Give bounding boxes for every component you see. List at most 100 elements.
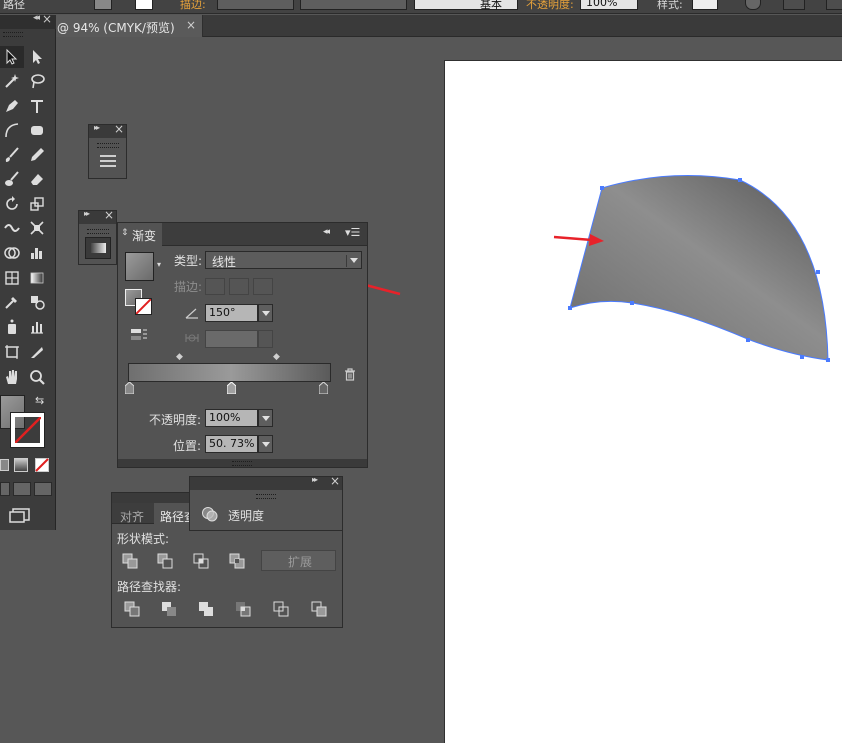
midpoint-diamond[interactable]: ◆ xyxy=(176,352,183,362)
brush-field[interactable] xyxy=(414,0,518,10)
stroke-swatch[interactable] xyxy=(135,0,153,10)
close-icon[interactable]: × xyxy=(330,474,340,488)
opacity-dropdown[interactable] xyxy=(258,409,273,427)
lasso-tool[interactable] xyxy=(25,70,49,92)
collapse-icon[interactable]: ◂◂ xyxy=(33,13,40,23)
close-icon[interactable]: × xyxy=(114,122,124,136)
arc-tool[interactable] xyxy=(0,119,24,141)
draw-inside-button[interactable] xyxy=(34,482,52,496)
artboard-tool[interactable] xyxy=(0,341,24,363)
type-tool[interactable] xyxy=(25,95,49,117)
column-graph-tool[interactable] xyxy=(25,316,49,338)
stroke-mini-swatch[interactable] xyxy=(135,298,152,315)
hamburger-icon[interactable] xyxy=(99,153,117,169)
style-swatch[interactable] xyxy=(692,0,718,10)
zoom-tool[interactable] xyxy=(25,366,49,388)
pen-tool[interactable] xyxy=(0,95,24,117)
stroke-label[interactable]: 描边: xyxy=(180,0,206,12)
blend-tool[interactable] xyxy=(25,291,49,313)
panel-header[interactable]: ▸▸ × xyxy=(190,474,342,490)
draw-behind-button[interactable] xyxy=(13,482,31,496)
rounded-rectangle-tool[interactable] xyxy=(25,119,49,141)
minus-front-icon[interactable] xyxy=(157,553,173,569)
graph-tool[interactable] xyxy=(25,242,49,264)
color-mode-button[interactable] xyxy=(0,459,9,471)
outline-icon[interactable] xyxy=(273,601,289,617)
fill-swatch[interactable] xyxy=(94,0,112,10)
warp-tool[interactable] xyxy=(0,217,24,239)
divide-icon[interactable] xyxy=(124,601,140,617)
document-tab[interactable]: @ 94% (CMYK/预览) × xyxy=(56,15,203,37)
trim-icon[interactable] xyxy=(161,601,177,617)
trash-icon[interactable] xyxy=(344,368,356,381)
grip-icon[interactable] xyxy=(256,494,276,499)
close-icon[interactable]: × xyxy=(104,208,114,222)
gradient-preview-swatch[interactable] xyxy=(125,252,154,281)
gradient-panel-button[interactable] xyxy=(85,237,111,259)
gradient-shape[interactable] xyxy=(540,160,842,375)
magic-wand-tool[interactable] xyxy=(0,70,24,92)
hand-tool[interactable] xyxy=(0,366,24,388)
expand-icon[interactable]: ▸▸ xyxy=(84,209,90,218)
symbol-sprayer-tool[interactable] xyxy=(0,316,24,338)
blob-brush-tool[interactable] xyxy=(0,168,24,190)
type-select[interactable]: 线性 xyxy=(205,251,362,269)
recolor-icon[interactable] xyxy=(745,0,761,10)
mesh-tool[interactable] xyxy=(0,267,24,289)
grip-icon[interactable] xyxy=(97,143,119,148)
exclude-icon[interactable] xyxy=(229,553,245,569)
swap-icon[interactable]: ⇆ xyxy=(35,394,44,407)
draw-normal-button[interactable] xyxy=(0,482,10,496)
intersect-icon[interactable] xyxy=(193,553,209,569)
gradient-tool[interactable] xyxy=(25,267,49,289)
stroke-weight-field[interactable] xyxy=(217,0,294,10)
location-field[interactable]: 50. 73% xyxy=(205,435,258,453)
location-dropdown[interactable] xyxy=(258,435,273,453)
scale-tool[interactable] xyxy=(25,193,49,215)
expand-icon[interactable]: ▸▸ xyxy=(94,123,100,132)
gradient-stop-selected[interactable] xyxy=(227,382,236,394)
transparency-label[interactable]: 透明度 xyxy=(228,507,264,524)
opacity-field[interactable]: 100% xyxy=(205,409,258,427)
selection-tool[interactable] xyxy=(0,46,24,68)
shape-builder-tool[interactable] xyxy=(0,242,24,264)
gradient-stop[interactable] xyxy=(125,382,134,394)
tab-pathfinder[interactable]: 路径查 xyxy=(154,503,196,525)
variable-width-field[interactable] xyxy=(300,0,407,10)
close-icon[interactable]: × xyxy=(42,12,52,26)
minus-back-icon[interactable] xyxy=(311,601,327,617)
gradient-panel-tabbar[interactable]: ⇕ 渐变 ◂◂ ▾☰ xyxy=(118,223,367,246)
panel-header[interactable]: ▸▸ × xyxy=(79,208,116,224)
none-mode-button[interactable] xyxy=(35,458,49,472)
screen-mode-button[interactable] xyxy=(8,506,32,524)
align-icon[interactable] xyxy=(783,0,805,10)
eraser-tool[interactable] xyxy=(25,168,49,190)
unite-icon[interactable] xyxy=(122,553,138,569)
expand-icon[interactable]: ▸▸ xyxy=(312,475,318,484)
eyedropper-tool[interactable] xyxy=(0,291,24,313)
rotate-tool[interactable] xyxy=(0,193,24,215)
transform-icon[interactable] xyxy=(826,0,842,10)
panel-header[interactable]: ▸▸ × xyxy=(89,122,126,138)
tab-align[interactable]: 对齐 xyxy=(120,508,144,525)
transparency-icon[interactable] xyxy=(201,506,219,522)
grip-icon[interactable] xyxy=(232,461,252,466)
angle-field[interactable]: 150° xyxy=(205,304,258,322)
collapse-icon[interactable]: ◂◂ xyxy=(323,227,330,237)
slice-tool[interactable] xyxy=(25,341,49,363)
grip-icon[interactable] xyxy=(3,32,23,37)
reverse-gradient-icon[interactable] xyxy=(130,327,148,343)
stroke-color-swatch[interactable] xyxy=(10,412,45,448)
angle-dropdown[interactable] xyxy=(258,304,273,322)
close-icon[interactable]: × xyxy=(186,18,196,32)
panel-menu-icon[interactable]: ▾☰ xyxy=(345,226,360,239)
pencil-tool[interactable] xyxy=(25,144,49,166)
gradient-slider[interactable] xyxy=(128,363,331,382)
grip-icon[interactable] xyxy=(87,229,109,234)
paintbrush-tool[interactable] xyxy=(0,144,24,166)
crop-icon[interactable] xyxy=(235,601,251,617)
midpoint-diamond[interactable]: ◆ xyxy=(273,352,280,362)
chevron-down-icon[interactable]: ▾ xyxy=(157,260,161,269)
gradient-stop[interactable] xyxy=(319,382,328,394)
opacity-label[interactable]: 不透明度: xyxy=(526,0,574,12)
